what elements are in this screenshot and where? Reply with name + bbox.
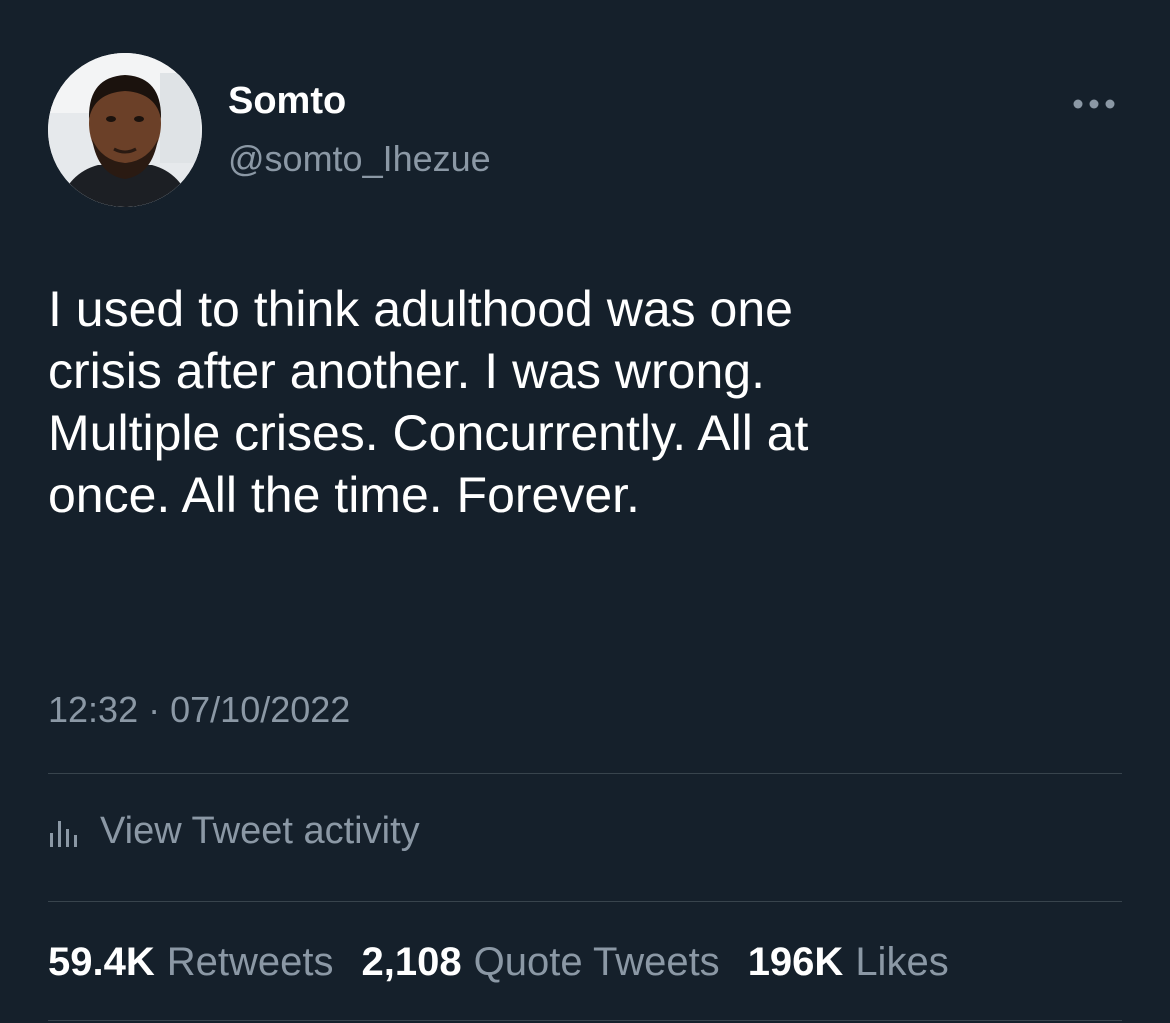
bar-chart-icon — [50, 821, 77, 847]
retweets-label: Retweets — [166, 940, 334, 984]
tweet-stats: 59.4K Retweets 2,108 Quote Tweets 196K L… — [48, 942, 949, 982]
avatar-image — [48, 53, 202, 207]
view-tweet-activity-button[interactable]: View Tweet activity — [48, 812, 420, 850]
avatar[interactable] — [48, 53, 202, 207]
tweet-text-line: once. All the time. Forever. — [48, 467, 640, 523]
quote-tweets-count: 2,108 — [361, 940, 462, 984]
quote-tweets-stat[interactable]: 2,108 Quote Tweets — [362, 942, 720, 982]
tweet-text: I used to think adulthood was one crisis… — [48, 278, 1108, 526]
divider — [48, 773, 1122, 774]
more-options-button[interactable] — [1068, 92, 1120, 116]
likes-stat[interactable]: 196K Likes — [748, 942, 949, 982]
tweet-timestamp[interactable]: 12:32 · 07/10/2022 — [48, 692, 350, 728]
retweets-count: 59.4K — [48, 940, 155, 984]
likes-count: 196K — [747, 940, 844, 984]
tweet-text-line: I used to think adulthood was one — [48, 281, 793, 337]
tweet-text-line: Multiple crises. Concurrently. All at — [48, 405, 809, 461]
likes-label: Likes — [855, 940, 949, 984]
tweet-date: 07/10/2022 — [170, 689, 351, 730]
more-horizontal-icon — [1073, 99, 1115, 109]
retweets-stat[interactable]: 59.4K Retweets — [48, 942, 334, 982]
divider — [48, 1020, 1122, 1021]
user-handle[interactable]: @somto_Ihezue — [228, 141, 491, 177]
view-tweet-activity-label: View Tweet activity — [100, 810, 420, 852]
tweet-text-line: crisis after another. I was wrong. — [48, 343, 765, 399]
divider — [48, 901, 1122, 902]
tweet-time: 12:32 — [48, 689, 139, 730]
display-name[interactable]: Somto — [228, 82, 346, 120]
timestamp-separator: · — [148, 689, 161, 730]
quote-tweets-label: Quote Tweets — [473, 940, 720, 984]
